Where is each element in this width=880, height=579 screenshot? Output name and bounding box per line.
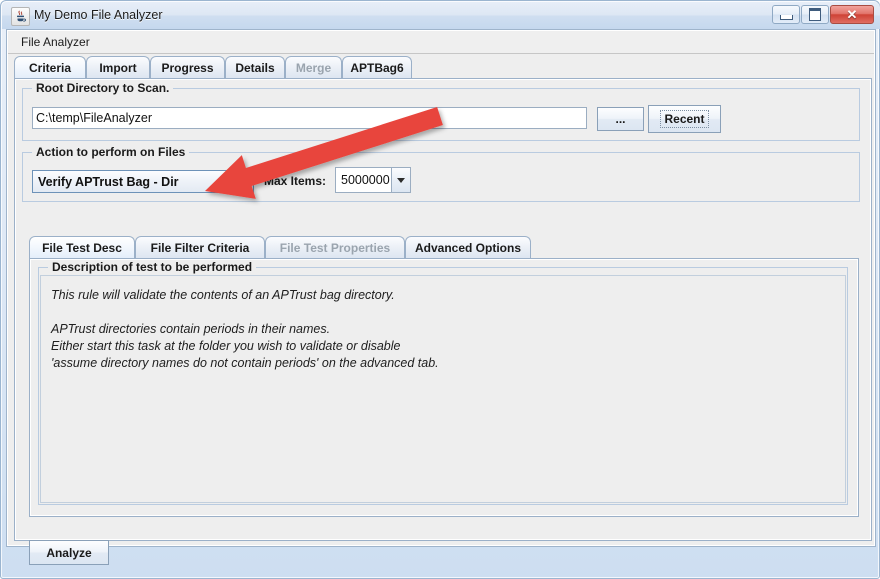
browse-button[interactable]: ... bbox=[597, 107, 644, 131]
max-items-spinner[interactable]: 5000000 bbox=[335, 167, 411, 193]
chevron-down-icon[interactable] bbox=[391, 168, 410, 192]
recent-button-label: Recent bbox=[660, 110, 709, 128]
window-titlebar[interactable]: My Demo File Analyzer ✕ bbox=[2, 2, 880, 29]
tab-aptbag6[interactable]: APTBag6 bbox=[342, 56, 412, 78]
client-area: File Analyzer Criteria Import Progress D… bbox=[6, 29, 876, 565]
max-items-label: Max Items: bbox=[264, 174, 327, 188]
tab-import[interactable]: Import bbox=[86, 56, 150, 78]
minimize-icon bbox=[773, 6, 799, 23]
minimize-button[interactable] bbox=[772, 5, 800, 24]
tab-progress[interactable]: Progress bbox=[150, 56, 225, 78]
inner-tab-file-test-desc[interactable]: File Test Desc bbox=[29, 236, 135, 258]
criteria-tab-panel: Root Directory to Scan. C:\temp\FileAnal… bbox=[14, 78, 872, 565]
java-coffee-cup-icon bbox=[11, 7, 30, 26]
action-combobox-value: Verify APTrust Bag - Dir bbox=[38, 174, 179, 189]
close-icon: ✕ bbox=[846, 6, 858, 22]
description-text-area: This rule will validate the contents of … bbox=[40, 275, 846, 503]
file-test-desc-panel: Description of test to be performed This… bbox=[29, 258, 859, 517]
main-tab-strip: Criteria Import Progress Details Merge A… bbox=[14, 56, 872, 78]
inner-tab-file-filter-criteria[interactable]: File Filter Criteria bbox=[135, 236, 265, 258]
tab-details[interactable]: Details bbox=[225, 56, 285, 78]
root-directory-input[interactable]: C:\temp\FileAnalyzer bbox=[32, 107, 587, 129]
close-button[interactable]: ✕ bbox=[830, 5, 874, 24]
recent-button[interactable]: Recent bbox=[648, 105, 721, 133]
description-body: This rule will validate the contents of … bbox=[51, 288, 439, 370]
maximize-icon bbox=[802, 6, 828, 23]
inner-tab-strip: File Test Desc File Filter Criteria File… bbox=[29, 236, 859, 258]
tab-criteria[interactable]: Criteria bbox=[14, 56, 86, 78]
action-group-title: Action to perform on Files bbox=[32, 145, 190, 159]
description-group-title: Description of test to be performed bbox=[48, 260, 257, 274]
maximize-button[interactable] bbox=[801, 5, 829, 24]
window-title: My Demo File Analyzer bbox=[34, 8, 163, 22]
menu-item-file-analyzer[interactable]: File Analyzer bbox=[18, 34, 93, 51]
root-directory-group-title: Root Directory to Scan. bbox=[32, 81, 174, 95]
menu-bar: File Analyzer bbox=[8, 31, 874, 54]
inner-tab-advanced-options[interactable]: Advanced Options bbox=[405, 236, 531, 258]
analyze-button[interactable]: Analyze bbox=[29, 540, 109, 565]
action-combobox[interactable]: Verify APTrust Bag - Dir bbox=[32, 170, 254, 193]
tab-merge: Merge bbox=[285, 56, 342, 78]
inner-tab-file-test-properties: File Test Properties bbox=[265, 236, 405, 258]
chevron-down-icon[interactable] bbox=[236, 171, 253, 192]
application-window: My Demo File Analyzer ✕ File Analyzer Cr… bbox=[0, 0, 880, 579]
max-items-value[interactable]: 5000000 bbox=[336, 168, 391, 192]
